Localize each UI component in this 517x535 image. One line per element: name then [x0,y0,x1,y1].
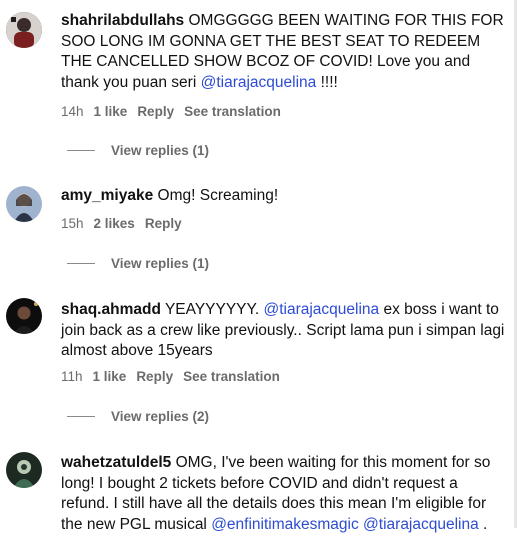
avatar[interactable] [6,12,42,48]
avatar[interactable] [6,186,42,222]
comment-meta: 14h 1 like Reply See translation [61,104,291,119]
comment-username[interactable]: shaq.ahmadd [61,301,161,318]
mention-link[interactable]: @tiarajacquelina [363,516,479,533]
comment-text: shahrilabdullahs OMGGGGG BEEN WAITING FO… [61,11,508,93]
avatar-image-icon [6,298,42,334]
reply-button[interactable]: Reply [137,104,174,119]
comment-text: amy_miyake Omg! Screaming! [61,186,508,207]
reply-button[interactable]: Reply [145,216,182,231]
view-replies-label[interactable]: View replies (1) [111,143,209,158]
see-translation-button[interactable]: See translation [183,369,280,384]
like-count[interactable]: 1 like [94,104,128,119]
comment-username[interactable]: wahetzatuldel5 [61,454,171,471]
see-translation-button[interactable]: See translation [184,104,281,119]
view-replies-button[interactable]: View replies (1) [67,256,209,271]
view-replies-label[interactable]: View replies (1) [111,256,209,271]
comment-meta: 11h 1 like Reply See translation [61,369,290,384]
comment-text-part: !!!! [316,73,338,91]
mention-link[interactable]: @enfinitimakesmagic [211,516,359,533]
avatar-image-icon [6,12,42,48]
divider-line [67,150,95,151]
avatar[interactable] [6,298,42,334]
comment-username[interactable]: shahrilabdullahs [61,12,184,29]
divider-line [67,416,95,417]
avatar-image-icon [6,452,42,488]
divider-line [67,263,95,264]
mention-link[interactable]: @tiarajacquelina [201,74,317,91]
view-replies-label[interactable]: View replies (2) [111,409,209,424]
comment-text-part: Omg! Screaming! [157,187,279,204]
comment-meta: 15h 2 likes Reply [61,216,192,231]
view-replies-button[interactable]: View replies (1) [67,143,209,158]
avatar-image-icon [6,186,42,222]
comment-text-part: YEAYYYYYY. [164,301,264,318]
comment-text: shaq.ahmadd YEAYYYYYY. @tiarajacquelina … [61,300,508,362]
avatar[interactable] [6,452,42,488]
mention-link[interactable]: @tiarajacquelina [263,301,379,318]
comment-text-part: . [478,515,488,533]
like-count[interactable]: 2 likes [94,216,135,231]
comment-text: wahetzatuldel5 OMG, I've been waiting fo… [61,453,508,535]
comment-time[interactable]: 11h [61,369,83,384]
like-count[interactable]: 1 like [93,369,127,384]
comment-time[interactable]: 14h [61,104,84,119]
comment-username[interactable]: amy_miyake [61,187,153,204]
view-replies-button[interactable]: View replies (2) [67,409,209,424]
comment-time[interactable]: 15h [61,216,84,231]
reply-button[interactable]: Reply [136,369,173,384]
